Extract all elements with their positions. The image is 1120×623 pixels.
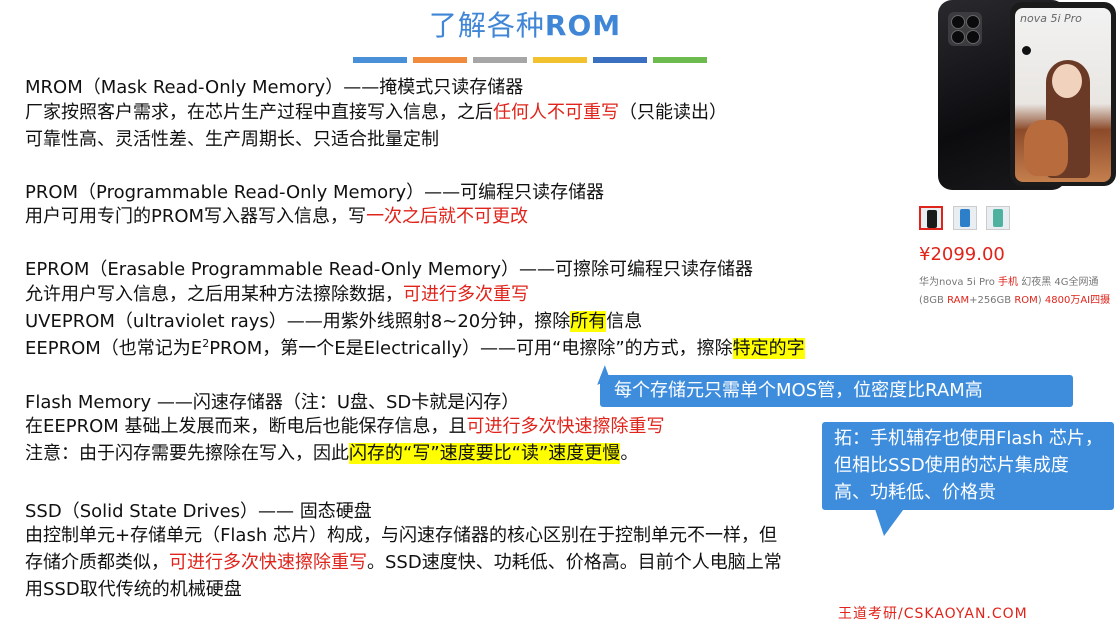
product-desc-line-1: 华为nova 5i Pro 手机 幻夜黑 4G全网通 — [919, 274, 1110, 292]
uveprom-tail: 信息 — [606, 311, 643, 332]
flash-desc: 在EEPROM 基础上发展而来，断电后也能保存信息，且可进行多次快速擦除重写 — [25, 416, 665, 438]
flash-note-text: 注意：由于闪存需要先擦除在写入，因此 — [25, 443, 349, 464]
ssd-desc-1: 由控制单元+存储单元（Flash 芯片）构成，与闪速存储器的核心区别在于控制单元… — [25, 525, 777, 546]
flash-desc-red: 可进行多次快速擦除重写 — [466, 416, 665, 437]
prom-desc-red: 一次之后就不可更改 — [366, 206, 529, 227]
phone-flash-callout-tail — [874, 506, 906, 536]
title-rom: ROM — [544, 9, 622, 42]
prom-desc-text: 用户可用专门的PROM写入器写入信息，写 — [25, 206, 367, 227]
flash-desc-text: 在EEPROM 基础上发展而来，断电后也能保存信息，且 — [25, 416, 467, 437]
mrom-desc: 厂家按照客户需求，在芯片生产过程中直接写入信息，之后任何人不可重写（只能读出） — [25, 102, 727, 124]
desc2-close: ) — [1037, 295, 1045, 306]
product-thumb-blue[interactable] — [953, 206, 977, 230]
title-prefix: 了解各种 — [428, 9, 545, 42]
flash-heading: Flash Memory ——闪速存储器（注：U盘、SD卡就是闪存） — [25, 392, 520, 413]
thumb-phone-icon — [993, 209, 1003, 227]
mrom-heading: MROM（Mask Read-Only Memory）——掩模式只读存储器 — [25, 77, 524, 98]
desc2-rom: ROM — [1014, 295, 1038, 306]
phone-flash-callout-text: 拓：手机辅存也使用Flash 芯片，但相比SSD使用的芯片集成度高、功耗低、价格… — [834, 428, 1103, 503]
mrom-desc-red: 任何人不可重写 — [493, 102, 619, 123]
product-desc-line-2: (8GB RAM+256GB ROM) 4800万AI四摄 — [919, 292, 1110, 310]
divider-bar-4 — [533, 57, 587, 63]
mrom-desc-tail: （只能读出） — [619, 102, 727, 123]
eprom-heading: EPROM（Erasable Programmable Read-Only Me… — [25, 259, 753, 280]
eeprom-text-2: PROM，第一个E是Electrically）——可用“电擦除”的方式，擦除 — [209, 338, 733, 359]
ssd-desc-2-tail: 。SSD速度快、功耗低、价格高。目前个人电脑上常 — [367, 552, 782, 573]
screen-face-graphic — [1052, 64, 1082, 98]
eeprom-line: EEPROM（也常记为E2PROM，第一个E是Electrically）——可用… — [25, 338, 805, 360]
product-thumb-green[interactable] — [986, 206, 1010, 230]
mrom-traits: 可靠性高、灵活性差、生产周期长、只适合批量定制 — [25, 129, 439, 150]
eprom-desc-red: 可进行多次重写 — [403, 284, 529, 305]
prom-heading: PROM（Programmable Read-Only Memory）——可编程… — [25, 182, 605, 203]
desc2-camera: 4800万AI四摄 — [1044, 295, 1111, 306]
flash-note-tail: 。 — [620, 443, 639, 464]
title-divider — [353, 57, 707, 63]
desc2-ram: RAM — [947, 295, 970, 306]
flash-note-highlight: 闪存的“写”速度要比“读”速度更慢 — [349, 443, 621, 464]
divider-bar-2 — [413, 57, 467, 63]
page-title: 了解各种ROM — [0, 4, 1050, 44]
desc2-text: (8GB — [919, 295, 948, 306]
mos-callout-tail — [591, 365, 611, 385]
mrom-desc-text: 厂家按照客户需求，在芯片生产过程中直接写入信息，之后 — [25, 102, 493, 123]
eprom-desc-text: 允许用户写入信息，之后用某种方法擦除数据， — [25, 284, 403, 305]
product-price: ¥2099.00 — [919, 244, 1005, 265]
uveprom-line: UVEPROM（ultraviolet rays）——用紫外线照射8~20分钟，… — [25, 311, 642, 333]
product-description[interactable]: 华为nova 5i Pro 手机 幻夜黑 4G全网通 (8GB RAM+256G… — [919, 274, 1110, 310]
watermark: 王道考研/CSKAOYAN.COM — [838, 606, 1028, 622]
eeprom-highlight: 特定的字 — [732, 338, 805, 359]
desc1-text: 华为nova 5i Pro — [919, 277, 999, 288]
prom-desc: 用户可用专门的PROM写入器写入信息，写一次之后就不可更改 — [25, 206, 528, 228]
thumb-phone-icon — [960, 209, 970, 227]
teddy-bear-graphic — [1024, 120, 1068, 176]
ssd-desc-2-text: 存储介质都类似， — [25, 552, 169, 573]
ssd-desc-2-red: 可进行多次快速擦除重写 — [169, 552, 367, 573]
desc1-red: 手机 — [998, 277, 1019, 288]
divider-bar-1 — [353, 57, 407, 63]
mos-callout: 每个存储元只需单个MOS管，位密度比RAM高 — [591, 365, 1073, 407]
product-thumb-black[interactable] — [919, 206, 943, 230]
desc2-mid: +256GB — [969, 295, 1015, 306]
flash-note: 注意：由于闪存需要先擦除在写入，因此闪存的“写”速度要比“读”速度更慢。 — [25, 443, 638, 465]
eprom-desc: 允许用户写入信息，之后用某种方法擦除数据，可进行多次重写 — [25, 284, 529, 306]
uveprom-highlight: 所有 — [570, 311, 607, 332]
thumb-phone-icon — [927, 210, 937, 228]
phone-brand-label: nova 5i Pro — [1020, 12, 1082, 25]
desc1-tail: 幻夜黑 4G全网通 — [1018, 277, 1099, 288]
ssd-heading: SSD（Solid State Drives）—— 固态硬盘 — [25, 501, 372, 522]
ssd-desc-3: 用SSD取代传统的机械硬盘 — [25, 579, 242, 600]
divider-bar-5 — [593, 57, 647, 63]
front-camera-icon — [1022, 46, 1031, 55]
divider-bar-6 — [653, 57, 707, 63]
camera-module-icon — [948, 12, 982, 46]
ssd-desc-2: 存储介质都类似，可进行多次快速擦除重写。SSD速度快、功耗低、价格高。目前个人电… — [25, 552, 782, 574]
mos-callout-text: 每个存储元只需单个MOS管，位密度比RAM高 — [614, 380, 983, 401]
uveprom-text: UVEPROM（ultraviolet rays）——用紫外线照射8~20分钟，… — [25, 311, 571, 332]
eeprom-text: EEPROM（也常记为E — [25, 338, 203, 359]
divider-bar-3 — [473, 57, 527, 63]
phone-flash-callout: 拓：手机辅存也使用Flash 芯片，但相比SSD使用的芯片集成度高、功耗低、价格… — [822, 422, 1114, 536]
